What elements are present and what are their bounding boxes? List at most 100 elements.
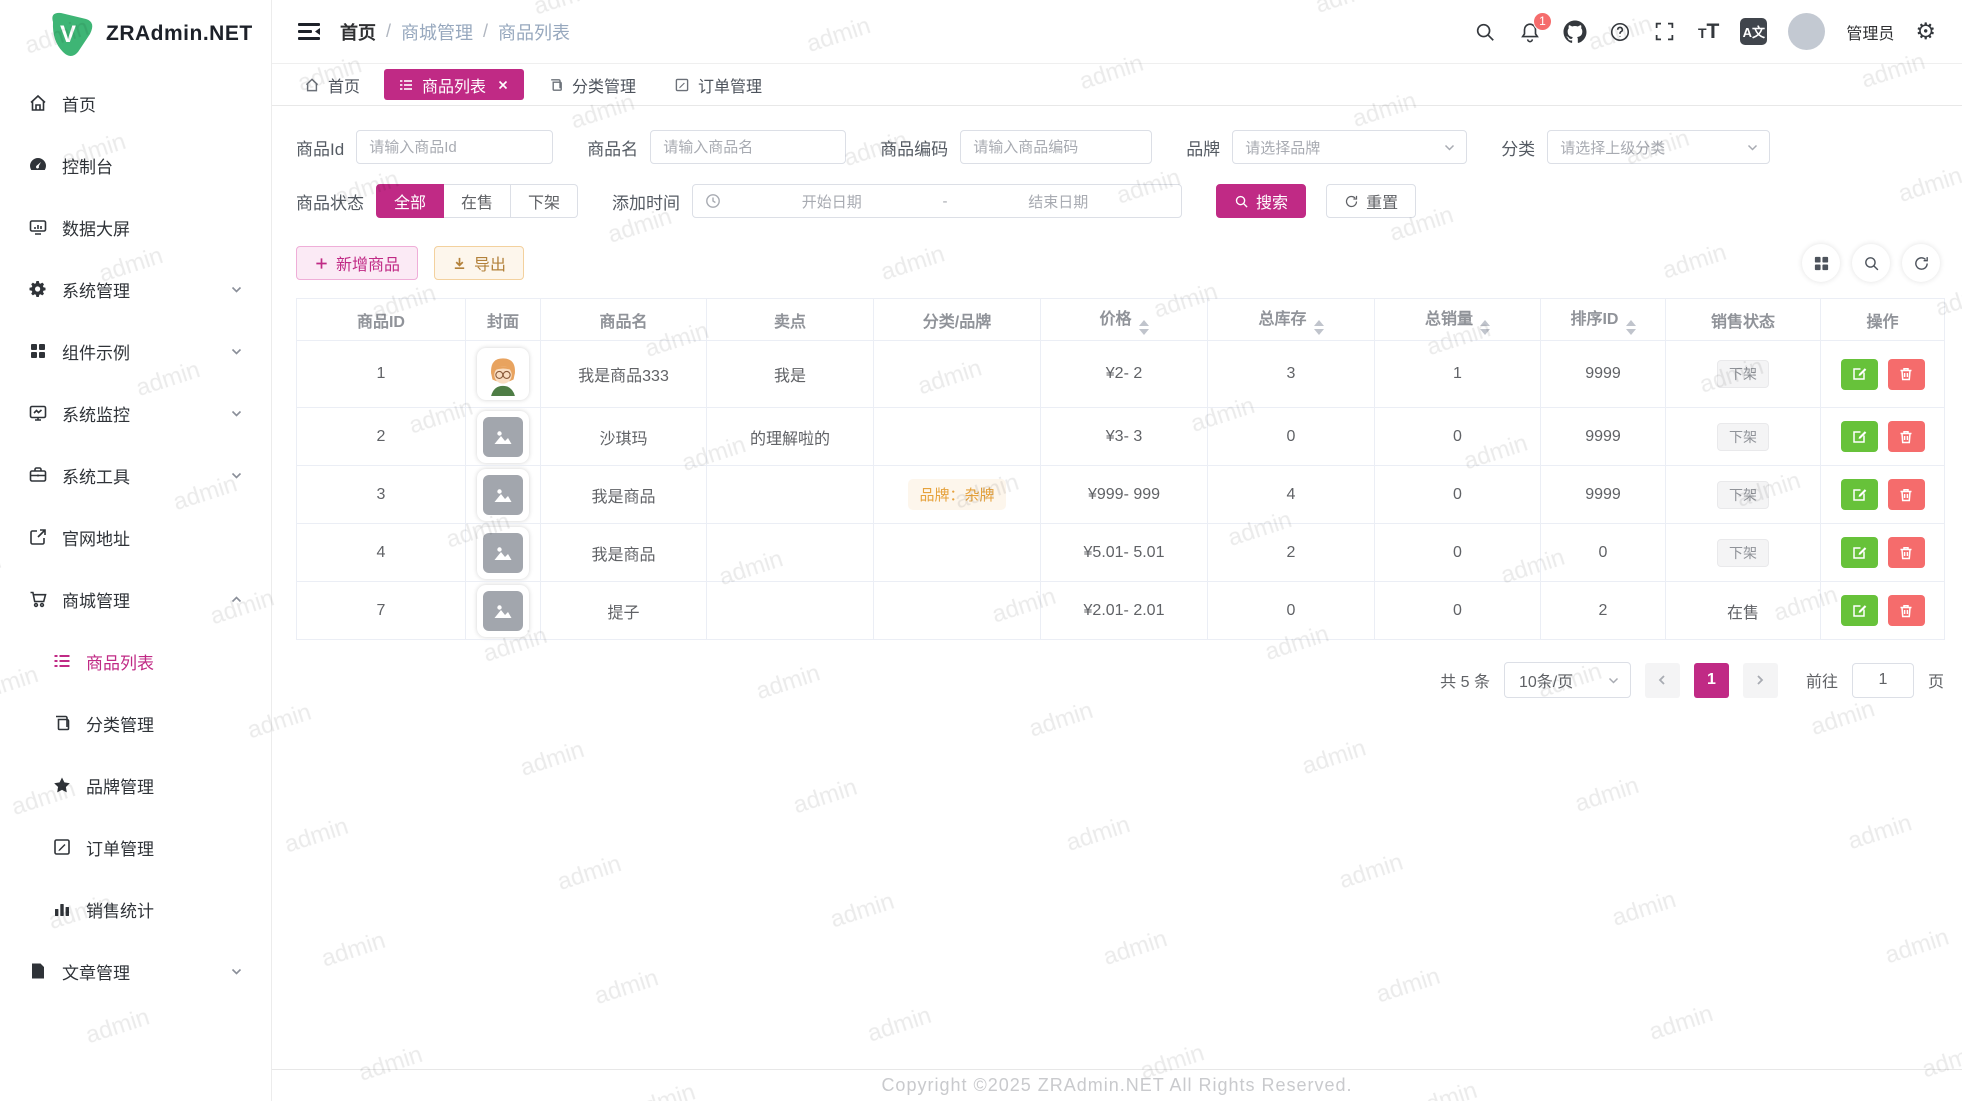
edit-button[interactable]: [1841, 595, 1878, 626]
edit-button[interactable]: [1841, 479, 1878, 510]
tab-order[interactable]: 订单管理: [660, 69, 776, 100]
cell-actions: [1821, 466, 1945, 524]
sidebar-item-tools[interactable]: 系统工具: [0, 444, 271, 506]
columns-grid-icon[interactable]: [1802, 244, 1840, 282]
page-size-select[interactable]: 10条/页: [1504, 662, 1631, 698]
tab-product-list[interactable]: 商品列表: [384, 69, 524, 100]
settings-gear-icon[interactable]: ⚙: [1915, 20, 1936, 43]
sort-icon[interactable]: [1626, 320, 1636, 335]
sidebar-item-monitor[interactable]: 系统监控: [0, 382, 271, 444]
search-button[interactable]: 搜索: [1216, 184, 1306, 218]
fullscreen-icon[interactable]: [1653, 20, 1677, 44]
cell-product-name: 我是商品333: [541, 341, 707, 408]
breadcrumb-home[interactable]: 首页: [340, 19, 376, 45]
github-icon[interactable]: [1563, 20, 1587, 44]
col-stock[interactable]: 总库存: [1208, 299, 1375, 341]
cell-actions: [1821, 341, 1945, 408]
brand-select[interactable]: 请选择品牌: [1232, 130, 1467, 164]
refresh-table-icon[interactable]: [1902, 244, 1940, 282]
status-option-off-shelf[interactable]: 下架: [511, 184, 578, 218]
product-cover-image[interactable]: [477, 585, 529, 637]
delete-button[interactable]: [1888, 479, 1925, 510]
date-range-picker[interactable]: 开始日期 - 结束日期: [692, 184, 1182, 218]
sidebar-item-datascreen[interactable]: 数据大屏: [0, 196, 271, 258]
category-select[interactable]: 请选择上级分类: [1547, 130, 1770, 164]
toggle-search-icon[interactable]: [1852, 244, 1890, 282]
clock-icon: [705, 193, 721, 209]
product-cover-image[interactable]: [477, 348, 529, 400]
chevron-up-icon: [230, 593, 243, 606]
sort-icon[interactable]: [1314, 320, 1324, 335]
sidebar-item-mall[interactable]: 商城管理: [0, 568, 271, 630]
sidebar-item-label: 控制台: [62, 153, 113, 178]
sort-icon[interactable]: [1480, 320, 1490, 335]
cell-product-id: 2: [297, 408, 466, 466]
sidebar-item-sales-stats[interactable]: 销售统计: [0, 878, 271, 940]
tab-home[interactable]: 首页: [290, 69, 374, 100]
font-size-icon[interactable]: TT: [1698, 21, 1719, 42]
sidebar-item-order[interactable]: 订单管理: [0, 816, 271, 878]
breadcrumb-page[interactable]: 商品列表: [498, 19, 570, 45]
prev-page-button[interactable]: [1645, 663, 1680, 698]
close-icon[interactable]: [496, 78, 510, 92]
cell-cover: [466, 466, 541, 524]
product-name-input[interactable]: [650, 130, 846, 164]
external-link-icon: [28, 527, 48, 547]
col-actions: 操作: [1821, 299, 1945, 341]
tab-category[interactable]: 分类管理: [534, 69, 650, 100]
status-option-on-sale[interactable]: 在售: [444, 184, 511, 218]
goto-page-input[interactable]: [1852, 663, 1914, 698]
delete-button[interactable]: [1888, 421, 1925, 452]
sidebar-item-console[interactable]: 控制台: [0, 134, 271, 196]
delete-button[interactable]: [1888, 595, 1925, 626]
status-badge: 下架: [1717, 423, 1769, 451]
filter-label: 商品编码: [880, 135, 948, 160]
notifications-bell-icon[interactable]: 1: [1518, 20, 1542, 44]
avatar[interactable]: [1788, 13, 1825, 50]
cell-cover: [466, 582, 541, 640]
sidebar-item-label: 首页: [62, 91, 96, 116]
edit-button[interactable]: [1841, 537, 1878, 568]
reset-button[interactable]: 重置: [1326, 184, 1416, 218]
sidebar-item-website[interactable]: 官网地址: [0, 506, 271, 568]
user-name[interactable]: 管理员: [1846, 20, 1894, 44]
product-code-input[interactable]: [960, 130, 1152, 164]
sidebar-item-category[interactable]: 分类管理: [0, 692, 271, 754]
sort-icon[interactable]: [1139, 320, 1149, 335]
add-product-button[interactable]: 新增商品: [296, 246, 418, 280]
sidebar-item-product-list[interactable]: 商品列表: [0, 630, 271, 692]
image-placeholder-icon: [483, 475, 523, 515]
edit-button[interactable]: [1841, 359, 1878, 390]
next-page-button[interactable]: [1743, 663, 1778, 698]
export-button[interactable]: 导出: [434, 246, 524, 280]
select-placeholder: 请选择上级分类: [1560, 137, 1665, 158]
language-icon[interactable]: A文: [1740, 18, 1767, 45]
breadcrumb-group[interactable]: 商城管理: [401, 19, 473, 45]
product-cover-image[interactable]: [477, 411, 529, 463]
col-sales[interactable]: 总销量: [1375, 299, 1541, 341]
product-cover-image[interactable]: [477, 469, 529, 521]
product-id-input[interactable]: [356, 130, 553, 164]
cell-stock: 2: [1208, 524, 1375, 582]
product-cover-image[interactable]: [477, 527, 529, 579]
help-icon[interactable]: [1608, 20, 1632, 44]
sidebar-item-articles[interactable]: 文章管理: [0, 940, 271, 1002]
delete-button[interactable]: [1888, 359, 1925, 390]
status-option-all[interactable]: 全部: [376, 184, 444, 218]
page-number-current[interactable]: 1: [1694, 663, 1729, 698]
avatar-girl-image: [481, 352, 525, 396]
sidebar-item-system[interactable]: 系统管理: [0, 258, 271, 320]
sidebar-collapse-icon[interactable]: [296, 19, 322, 45]
brand-logo[interactable]: V ZRAdmin.NET: [0, 0, 271, 66]
edit-pencil-icon: [1851, 366, 1867, 382]
sidebar-item-brand[interactable]: 品牌管理: [0, 754, 271, 816]
delete-button[interactable]: [1888, 537, 1925, 568]
chevron-right-icon: [1754, 674, 1766, 686]
sidebar-item-components[interactable]: 组件示例: [0, 320, 271, 382]
edit-button[interactable]: [1841, 421, 1878, 452]
sidebar-item-home[interactable]: 首页: [0, 72, 271, 134]
col-sort-id[interactable]: 排序ID: [1541, 299, 1666, 341]
brand-logo-icon: V: [44, 8, 96, 60]
col-price[interactable]: 价格: [1041, 299, 1208, 341]
search-icon[interactable]: [1473, 20, 1497, 44]
